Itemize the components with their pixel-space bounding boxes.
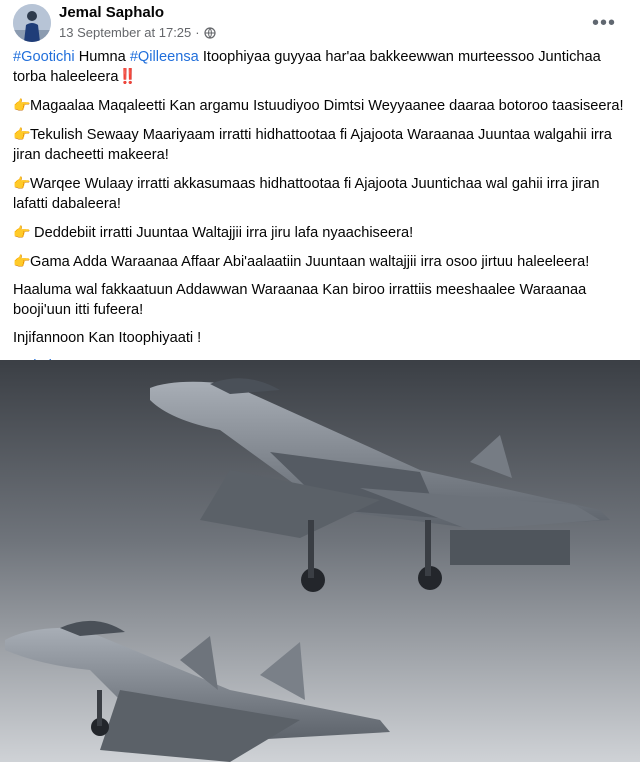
closing-paragraph: Haaluma wal fakkaatuun Addawwan Waraanaa… (13, 282, 587, 318)
meta-separator: · (195, 25, 200, 40)
pointing-hand-icon: 👉 (13, 126, 31, 142)
author-avatar[interactable] (13, 4, 51, 42)
bullet-text: Deddebiit irratti Juuntaa Waltajjii irra… (30, 225, 414, 241)
post-text: #Gootichi Humna #Qilleensa Itoophiyaa gu… (13, 47, 625, 384)
post-meta: 13 September at 17:25 · (59, 25, 216, 40)
globe-icon (204, 26, 216, 39)
avatar-image (13, 4, 51, 42)
post-photo[interactable] (0, 360, 640, 762)
double-exclamation-icon: ‼️ (118, 69, 137, 85)
hashtag-qilleensa[interactable]: #Qilleensa (130, 49, 199, 65)
more-options-icon[interactable]: ••• (592, 12, 616, 35)
bullet-paragraph: 👉Gama Adda Waraanaa Affaar Abi'aalaatiin… (13, 251, 625, 272)
bullet-text: Magaalaa Maqaleetti Kan argamu Istuudiyo… (30, 98, 624, 114)
post-header: Jemal Saphalo 13 September at 17:25 · ••… (0, 0, 640, 50)
headline-paragraph: #Gootichi Humna #Qilleensa Itoophiyaa gu… (13, 47, 625, 87)
bullet-paragraph: 👉Magaalaa Maqaleetti Kan argamu Istuudiy… (13, 95, 625, 116)
author-name[interactable]: Jemal Saphalo (59, 4, 164, 21)
pointing-hand-icon: 👉 (13, 253, 31, 269)
bullet-text: Gama Adda Waraanaa Affaar Abi'aalaatiin … (30, 254, 590, 270)
bullet-paragraph: 👉Tekulish Sewaay Maariyaam irratti hidha… (13, 124, 625, 165)
bullet-text: Tekulish Sewaay Maariyaam irratti hidhat… (13, 127, 612, 163)
post-timestamp[interactable]: 13 September at 17:25 (59, 25, 191, 40)
bullet-text: Warqee Wulaay irratti akkasumaas hidhatt… (13, 176, 600, 212)
pointing-hand-icon: 👉 (13, 97, 31, 113)
fighter-jets-image (0, 360, 640, 762)
headline-word: Humna (74, 49, 130, 65)
bullet-paragraph: 👉 Deddebiit irratti Juuntaa Waltajjii ir… (13, 222, 625, 243)
hashtag-gootichi[interactable]: #Gootichi (13, 49, 75, 65)
facebook-post: Jemal Saphalo 13 September at 17:25 · ••… (0, 0, 640, 762)
bullet-paragraph: 👉Warqee Wulaay irratti akkasumaas hidhat… (13, 173, 625, 214)
victory-line: Injifannoon Kan Itoophiyaati ! (13, 330, 202, 346)
pointing-hand-icon: 👉 (13, 224, 31, 240)
pointing-hand-icon: 👉 (13, 175, 31, 191)
